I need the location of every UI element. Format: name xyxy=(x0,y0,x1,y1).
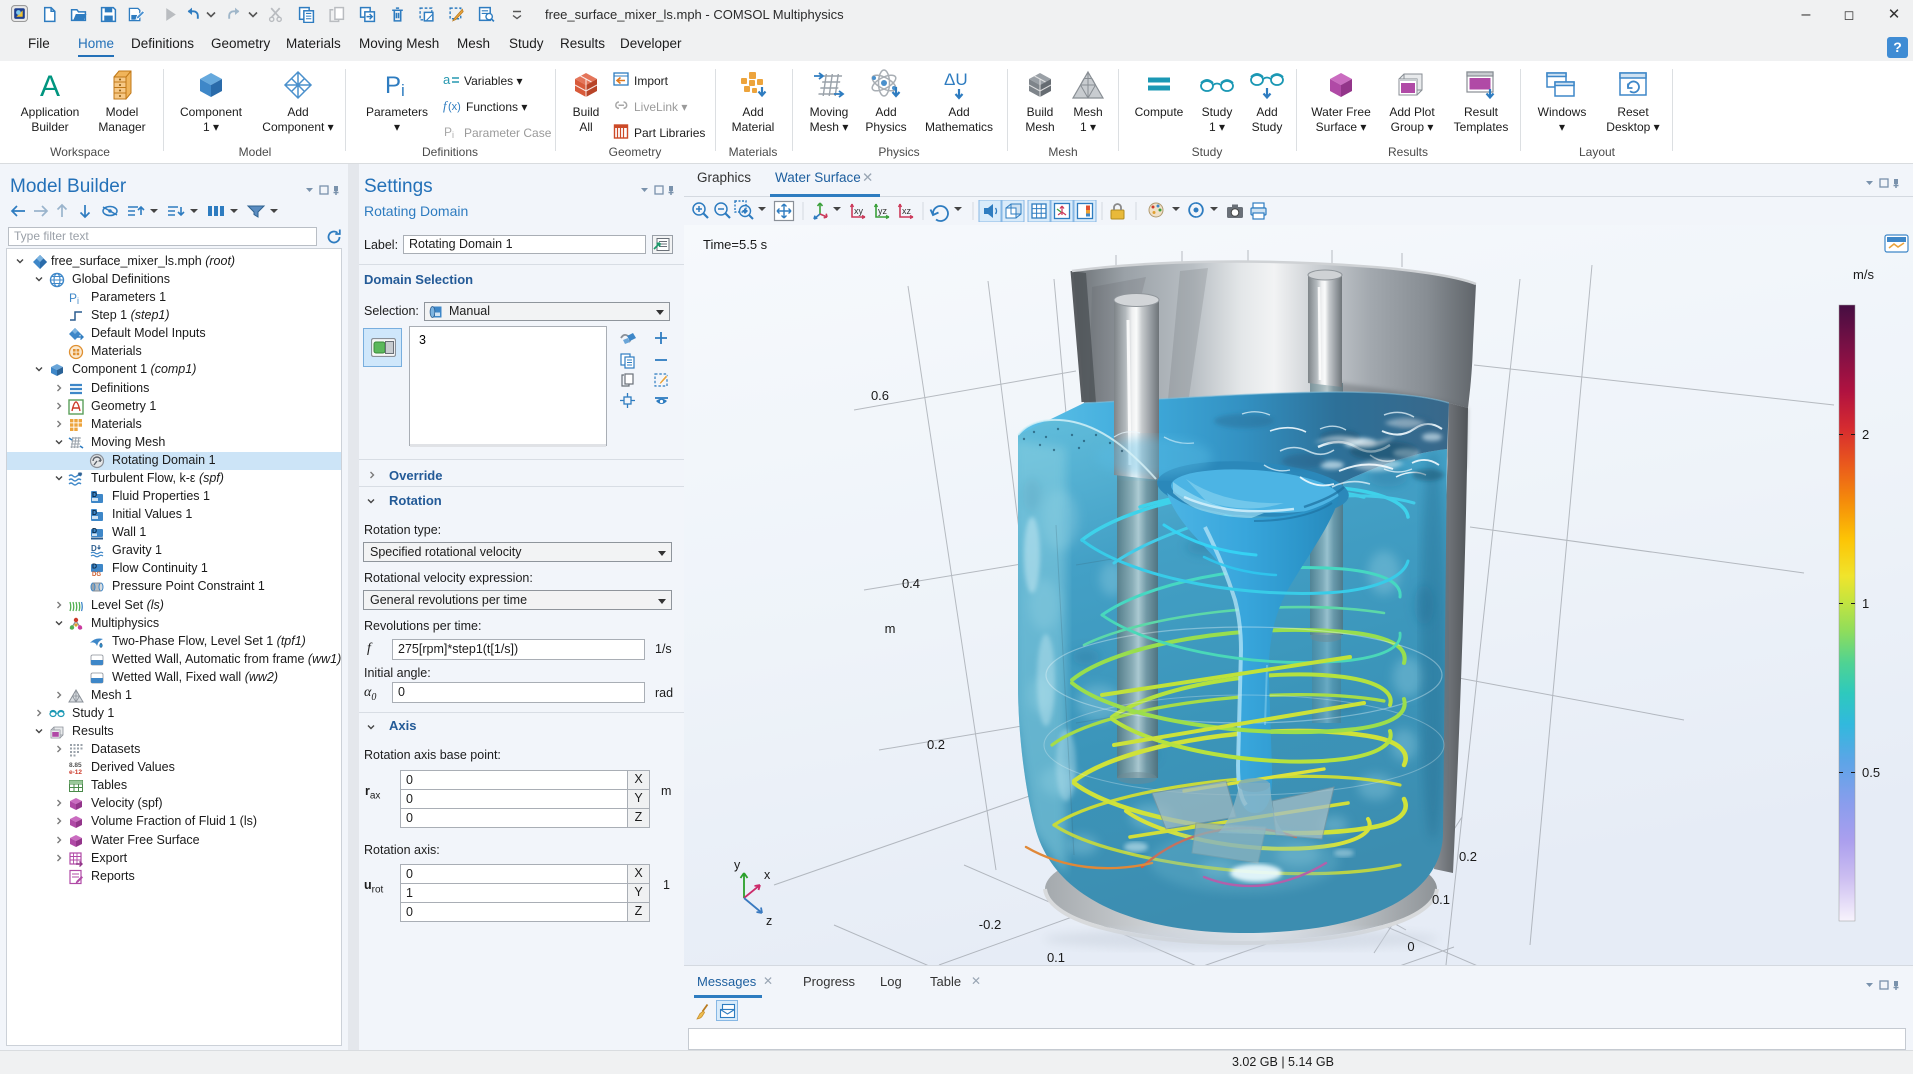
svg-text:0.2: 0.2 xyxy=(1459,849,1477,864)
svg-text:0.1: 0.1 xyxy=(1432,892,1450,907)
svg-text:xy: xy xyxy=(854,206,864,216)
svg-text:A: A xyxy=(40,70,60,101)
svg-text:z: z xyxy=(766,914,772,928)
svg-text:y: y xyxy=(734,858,741,872)
svg-text:(x): (x) xyxy=(448,101,461,113)
svg-text:Time=5.5 s: Time=5.5 s xyxy=(703,237,768,252)
svg-text:1: 1 xyxy=(1862,596,1869,611)
svg-text:-0.2: -0.2 xyxy=(979,917,1001,932)
svg-text:0.4: 0.4 xyxy=(902,576,920,591)
svg-text:m: m xyxy=(885,621,896,636)
svg-text:xz: xz xyxy=(902,206,912,216)
svg-text:P: P xyxy=(444,125,452,139)
svg-text:0.1: 0.1 xyxy=(1047,950,1065,965)
svg-text:m/s: m/s xyxy=(1853,267,1874,282)
svg-text:a: a xyxy=(443,72,451,87)
svg-text:x: x xyxy=(764,868,771,882)
svg-text:i: i xyxy=(401,81,405,100)
svg-text:2: 2 xyxy=(1862,427,1869,442)
svg-text:yz: yz xyxy=(878,206,888,216)
svg-text:0.6: 0.6 xyxy=(871,388,889,403)
svg-text:0: 0 xyxy=(1407,939,1414,954)
svg-text:0.2: 0.2 xyxy=(927,737,945,752)
svg-text:P: P xyxy=(385,72,401,99)
svg-text:0.5: 0.5 xyxy=(1862,765,1880,780)
svg-text:ΔU: ΔU xyxy=(944,70,968,89)
svg-text:i: i xyxy=(452,130,454,140)
